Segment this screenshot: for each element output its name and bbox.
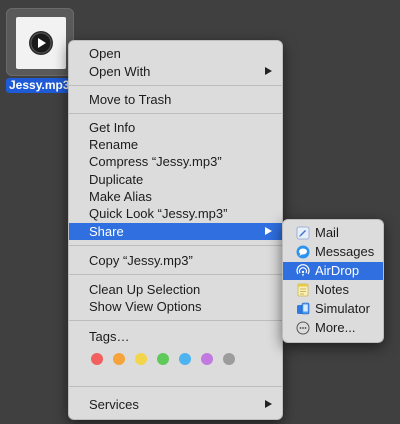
menu-item-duplicate[interactable]: Duplicate [69, 171, 282, 188]
airdrop-icon [296, 264, 310, 277]
share-item-messages[interactable]: Messages [283, 243, 383, 261]
messages-icon [296, 245, 310, 259]
share-submenu: Mail Messages AirDrop Notes Simulator Mo… [282, 219, 384, 343]
menu-item-copy[interactable]: Copy “Jessy.mp3” [69, 252, 282, 269]
tag-color-dot[interactable] [223, 353, 235, 365]
share-item-label: Mail [315, 225, 339, 240]
share-item-airdrop[interactable]: AirDrop [283, 262, 383, 280]
menu-item-label: Services [89, 397, 139, 412]
menu-item-clean-up-selection[interactable]: Clean Up Selection [69, 281, 282, 298]
menu-item-rename[interactable]: Rename [69, 136, 282, 153]
submenu-arrow-icon [265, 227, 272, 235]
more-icon [296, 321, 310, 335]
context-menu: Open Open With Move to Trash Get Info Re… [68, 40, 283, 420]
share-item-label: More... [315, 320, 356, 335]
tag-color-dot[interactable] [113, 353, 125, 365]
menu-item-make-alias[interactable]: Make Alias [69, 188, 282, 205]
menu-item-compress[interactable]: Compress “Jessy.mp3” [69, 153, 282, 170]
menu-item-label: Share [89, 224, 124, 239]
share-item-label: Simulator [315, 301, 370, 316]
tag-color-dot[interactable] [157, 353, 169, 365]
menu-item-open[interactable]: Open [69, 45, 282, 62]
submenu-arrow-icon [265, 67, 272, 75]
share-item-label: AirDrop [315, 263, 360, 278]
share-item-mail[interactable]: Mail [283, 224, 383, 242]
tag-color-dot[interactable] [91, 353, 103, 365]
menu-item-share[interactable]: Share [69, 223, 282, 240]
submenu-arrow-icon [265, 400, 272, 408]
notes-icon [297, 283, 309, 297]
share-item-simulator[interactable]: Simulator [283, 300, 383, 318]
menu-item-open-with[interactable]: Open With [69, 63, 282, 80]
menu-item-move-to-trash[interactable]: Move to Trash [69, 91, 282, 108]
menu-item-show-view-options[interactable]: Show View Options [69, 298, 282, 315]
share-item-label: Notes [315, 282, 349, 297]
tag-color-dot[interactable] [179, 353, 191, 365]
play-icon [29, 31, 53, 55]
menu-separator [69, 386, 282, 387]
menu-separator [69, 245, 282, 246]
share-item-notes[interactable]: Notes [283, 281, 383, 299]
menu-separator [69, 113, 282, 114]
menu-item-tags[interactable]: Tags… [69, 328, 282, 345]
file-name-label[interactable]: Jessy.mp3 [6, 78, 73, 93]
tag-color-dot[interactable] [201, 353, 213, 365]
menu-separator [69, 274, 282, 275]
menu-item-label: Open With [89, 64, 151, 79]
share-item-label: Messages [315, 244, 375, 259]
menu-item-quick-look[interactable]: Quick Look “Jessy.mp3” [69, 205, 282, 222]
mp3-file-icon [16, 17, 66, 69]
menu-separator [69, 85, 282, 86]
tag-color-dot[interactable] [135, 353, 147, 365]
simulator-icon [297, 302, 310, 315]
mail-icon [296, 226, 310, 240]
file-icon-selection[interactable] [6, 8, 74, 76]
menu-separator [69, 320, 282, 321]
menu-item-services[interactable]: Services [69, 396, 282, 413]
menu-item-get-info[interactable]: Get Info [69, 119, 282, 136]
share-item-more[interactable]: More... [283, 319, 383, 337]
